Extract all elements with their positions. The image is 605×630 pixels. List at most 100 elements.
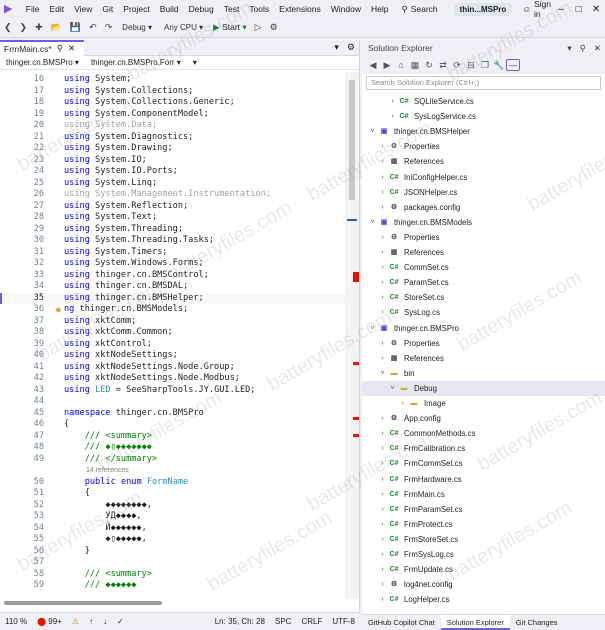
warning-icon[interactable]: ⚠ — [67, 617, 84, 626]
settings-icon[interactable]: ⚙ — [266, 22, 282, 33]
tree-item[interactable]: › ▦ References — [362, 154, 605, 169]
code-line[interactable]: 40 using xktNodeSettings; — [0, 350, 345, 362]
preview-icon[interactable]: — — [506, 59, 520, 71]
home-icon[interactable]: ⌂ — [394, 60, 408, 70]
tree-item[interactable]: › ▦ References — [362, 351, 605, 366]
code-line[interactable]: 45 namespace thinger.cn.BMSPro — [0, 408, 345, 420]
menu-window[interactable]: Window — [326, 0, 366, 18]
tree-item[interactable]: › C# JSONHelper.cs — [362, 185, 605, 200]
close-tab-icon[interactable]: ✕ — [68, 43, 75, 54]
chevron-right-icon[interactable]: › — [378, 351, 387, 366]
menu-help[interactable]: Help — [366, 0, 393, 18]
error-count[interactable]: ⬤ 99+ — [32, 617, 67, 626]
tree-item[interactable]: › ▬ Image — [362, 396, 605, 411]
tab-github-copilot-chat[interactable]: GitHub Copilot Chat — [362, 615, 441, 630]
codelens-references[interactable]: 14 references — [86, 465, 129, 477]
switch-views-icon[interactable]: ▦ — [408, 60, 422, 71]
chevron-right-icon[interactable]: › — [378, 185, 387, 200]
collapse-all-icon[interactable]: ⊟ — [464, 60, 478, 71]
chevron-right-icon[interactable]: › — [378, 547, 387, 562]
code-line[interactable]: 48 /// ◆▯◆◆◆◆◆◆◆ — [0, 442, 345, 454]
chevron-right-icon[interactable]: › — [378, 275, 387, 290]
tree-item[interactable]: › ⚙ packages.config — [362, 200, 605, 215]
pane-options-icon[interactable]: ▾ — [563, 43, 575, 54]
tree-item[interactable]: › C# FrmUpdate.cs — [362, 562, 605, 577]
code-line[interactable]: 22 using System.Drawing; — [0, 143, 345, 155]
forward-icon[interactable]: ❯ — [16, 22, 32, 33]
project-dropdown[interactable]: thinger.cn.BMSPro ▾ — [0, 58, 85, 67]
chevron-down-icon[interactable]: ˅ — [388, 381, 397, 396]
code-line[interactable]: 35 using thinger.cn.BMSHelper; — [0, 292, 345, 304]
tree-item[interactable]: › ⚙ Properties — [362, 139, 605, 154]
class-dropdown[interactable]: thinger.cn.BMSPro.Forr ▾ — [85, 58, 187, 67]
tree-item[interactable]: › C# SysLog.cs — [362, 305, 605, 320]
code-line[interactable]: 46 { — [0, 419, 345, 431]
chevron-right-icon[interactable]: › — [378, 305, 387, 320]
code-line[interactable]: 38 using xktComm.Common; — [0, 327, 345, 339]
close-window-button[interactable]: ✕ — [587, 4, 605, 15]
close-pane-icon[interactable]: ✕ — [590, 43, 605, 54]
tab-git-changes[interactable]: Git Changes — [510, 615, 564, 630]
code-line[interactable]: 26 using System.Management.Instrumentatio… — [0, 189, 345, 201]
chevron-right-icon[interactable]: › — [378, 592, 387, 607]
back-icon[interactable]: ❮ — [0, 22, 16, 33]
code-line[interactable]: 55 ◆▯◆◆◆◆◆, — [0, 534, 345, 546]
configuration-dropdown[interactable]: Debug ▾ — [116, 23, 158, 32]
cursor-position[interactable]: Ln: 35, Ch: 28 — [210, 617, 270, 626]
code-line[interactable]: 23 using System.IO; — [0, 155, 345, 167]
code-line[interactable]: 32 using System.Windows.Forms; — [0, 258, 345, 270]
chevron-right-icon[interactable]: › — [398, 396, 407, 411]
menu-extensions[interactable]: Extensions — [274, 0, 326, 18]
member-dropdown[interactable]: ▾ — [187, 58, 203, 67]
start-button[interactable]: ▶ Start ▾ — [209, 22, 251, 33]
tree-item[interactable]: ˅ ▬ Debug — [362, 380, 605, 396]
search-button[interactable]: ⚲ Search — [397, 4, 441, 15]
code-line[interactable]: 34 using thinger.cn.BMSDAL; — [0, 281, 345, 293]
code-line[interactable]: 39 using xktControl; — [0, 339, 345, 351]
back-icon[interactable]: ◀ — [366, 60, 380, 71]
tab-frmmain[interactable]: FrmMain.cs* ⚲ ✕ — [0, 39, 85, 56]
menu-edit[interactable]: Edit — [44, 0, 69, 18]
code-line[interactable]: 42 using xktNodeSettings.Node.Modbus; — [0, 373, 345, 385]
redo-icon[interactable]: ↷ — [101, 22, 117, 33]
menu-debug[interactable]: Debug — [184, 0, 219, 18]
next-issue-icon[interactable]: ↓ — [98, 617, 112, 626]
tree-item[interactable]: ˅ ▣ thinger.cn.BMSHelper — [362, 124, 605, 139]
scroll-thumb[interactable] — [349, 80, 355, 200]
code-line[interactable]: 19 using System.ComponentModel; — [0, 109, 345, 121]
code-line[interactable]: 49 /// </summary> — [0, 454, 345, 466]
pin-pane-icon[interactable]: ⚲ — [576, 43, 590, 54]
chevron-right-icon[interactable]: › — [388, 94, 397, 109]
refresh-icon[interactable]: ⟳ — [450, 60, 464, 71]
tree-item[interactable]: › C# SysLogService.cs — [362, 109, 605, 124]
chevron-right-icon[interactable]: › — [378, 290, 387, 305]
platform-dropdown[interactable]: Any CPU ▾ — [158, 23, 209, 32]
menu-git[interactable]: Git — [97, 0, 118, 18]
chevron-down-icon[interactable]: ˅ — [368, 215, 377, 230]
minimize-button[interactable]: – — [552, 4, 570, 15]
vertical-scrollbar[interactable] — [345, 72, 359, 599]
tree-item[interactable]: › C# SQLiteService.cs — [362, 94, 605, 109]
pin-icon[interactable]: ⚲ — [57, 43, 63, 54]
tree-item[interactable]: › C# StoreSet.cs — [362, 290, 605, 305]
code-line[interactable]: 30 using System.Threading.Tasks; — [0, 235, 345, 247]
encoding[interactable]: UTF-8 — [327, 617, 360, 626]
hscroll-thumb[interactable] — [4, 601, 162, 605]
tree-item[interactable]: › C# FrmMain.cs — [362, 487, 605, 502]
code-line[interactable]: 54 Й◆◆◆◆◆◆, — [0, 523, 345, 535]
chevron-right-icon[interactable]: › — [378, 456, 387, 471]
code-line[interactable]: 31 using System.Timers; — [0, 247, 345, 259]
tree-item[interactable]: › C# FrmParamSet.cs — [362, 502, 605, 517]
solution-explorer-search[interactable]: Search Solution Explorer (Ctrl+;) — [366, 76, 601, 90]
chevron-right-icon[interactable]: › — [378, 517, 387, 532]
chevron-right-icon[interactable]: › — [378, 170, 387, 185]
chevron-right-icon[interactable]: › — [378, 487, 387, 502]
code-line[interactable]: 20 using System.Data; — [0, 120, 345, 132]
cleanup-icon[interactable]: ✓ — [112, 617, 129, 626]
code-line[interactable]: 56 } — [0, 546, 345, 558]
tree-item[interactable]: › C# FrmProtect.cs — [362, 517, 605, 532]
show-all-files-icon[interactable]: ❐ — [478, 60, 492, 71]
chevron-down-icon[interactable]: ˅ — [368, 321, 377, 336]
code-line[interactable]: 44 — [0, 396, 345, 408]
tree-item[interactable]: › ⚙ App.config — [362, 411, 605, 426]
